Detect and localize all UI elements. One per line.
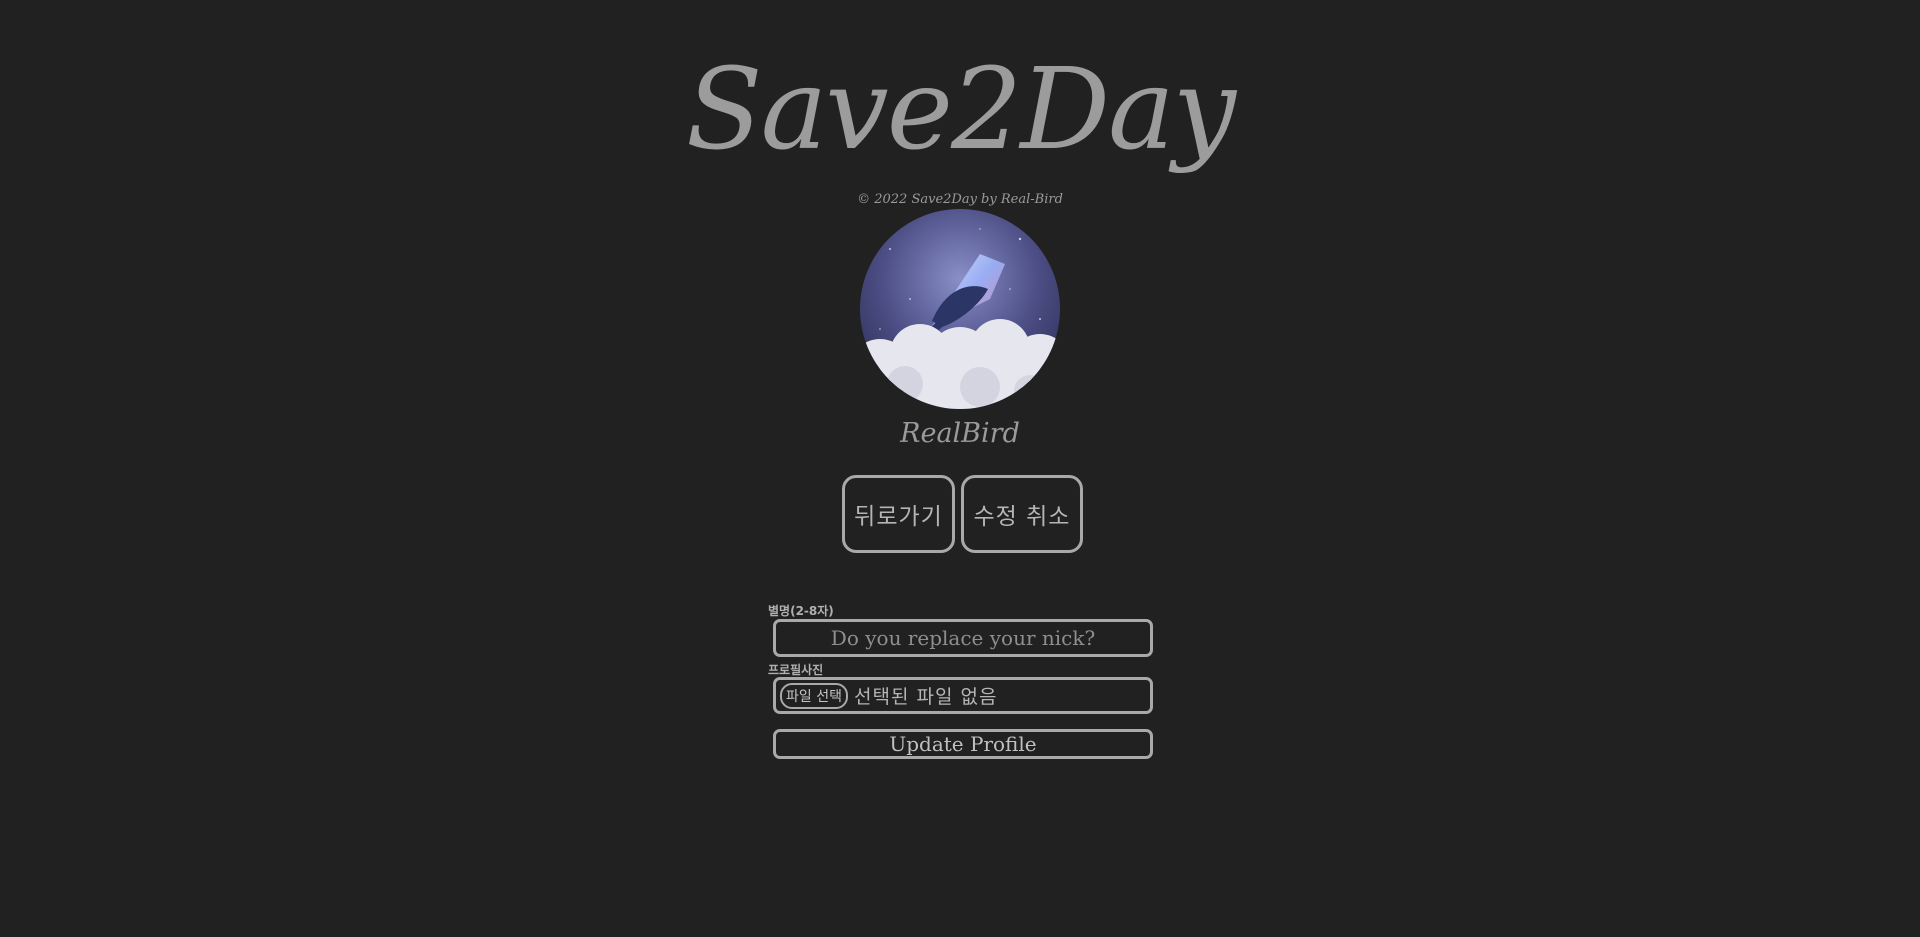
profile-photo-file-input[interactable]: 파일 선택 선택된 파일 없음 — [773, 677, 1153, 714]
copyright-text: © 2022 Save2Day by Real-Bird — [857, 192, 1063, 207]
back-button[interactable]: 뒤로가기 — [842, 475, 955, 553]
profile-nickname: RealBird — [900, 418, 1020, 449]
app-logo: Save2Day — [685, 45, 1236, 175]
avatar-image — [860, 209, 1060, 409]
profile-photo-label: 프로필사진 — [768, 663, 824, 677]
nickname-label: 별명(2-8자) — [768, 604, 834, 618]
file-choose-button[interactable]: 파일 선택 — [780, 682, 848, 709]
file-status-text: 선택된 파일 없음 — [853, 686, 998, 708]
cancel-edit-button[interactable]: 수정 취소 — [961, 475, 1083, 553]
avatar — [860, 209, 1060, 409]
nickname-input[interactable] — [773, 619, 1153, 657]
update-profile-button[interactable]: Update Profile — [773, 729, 1153, 759]
